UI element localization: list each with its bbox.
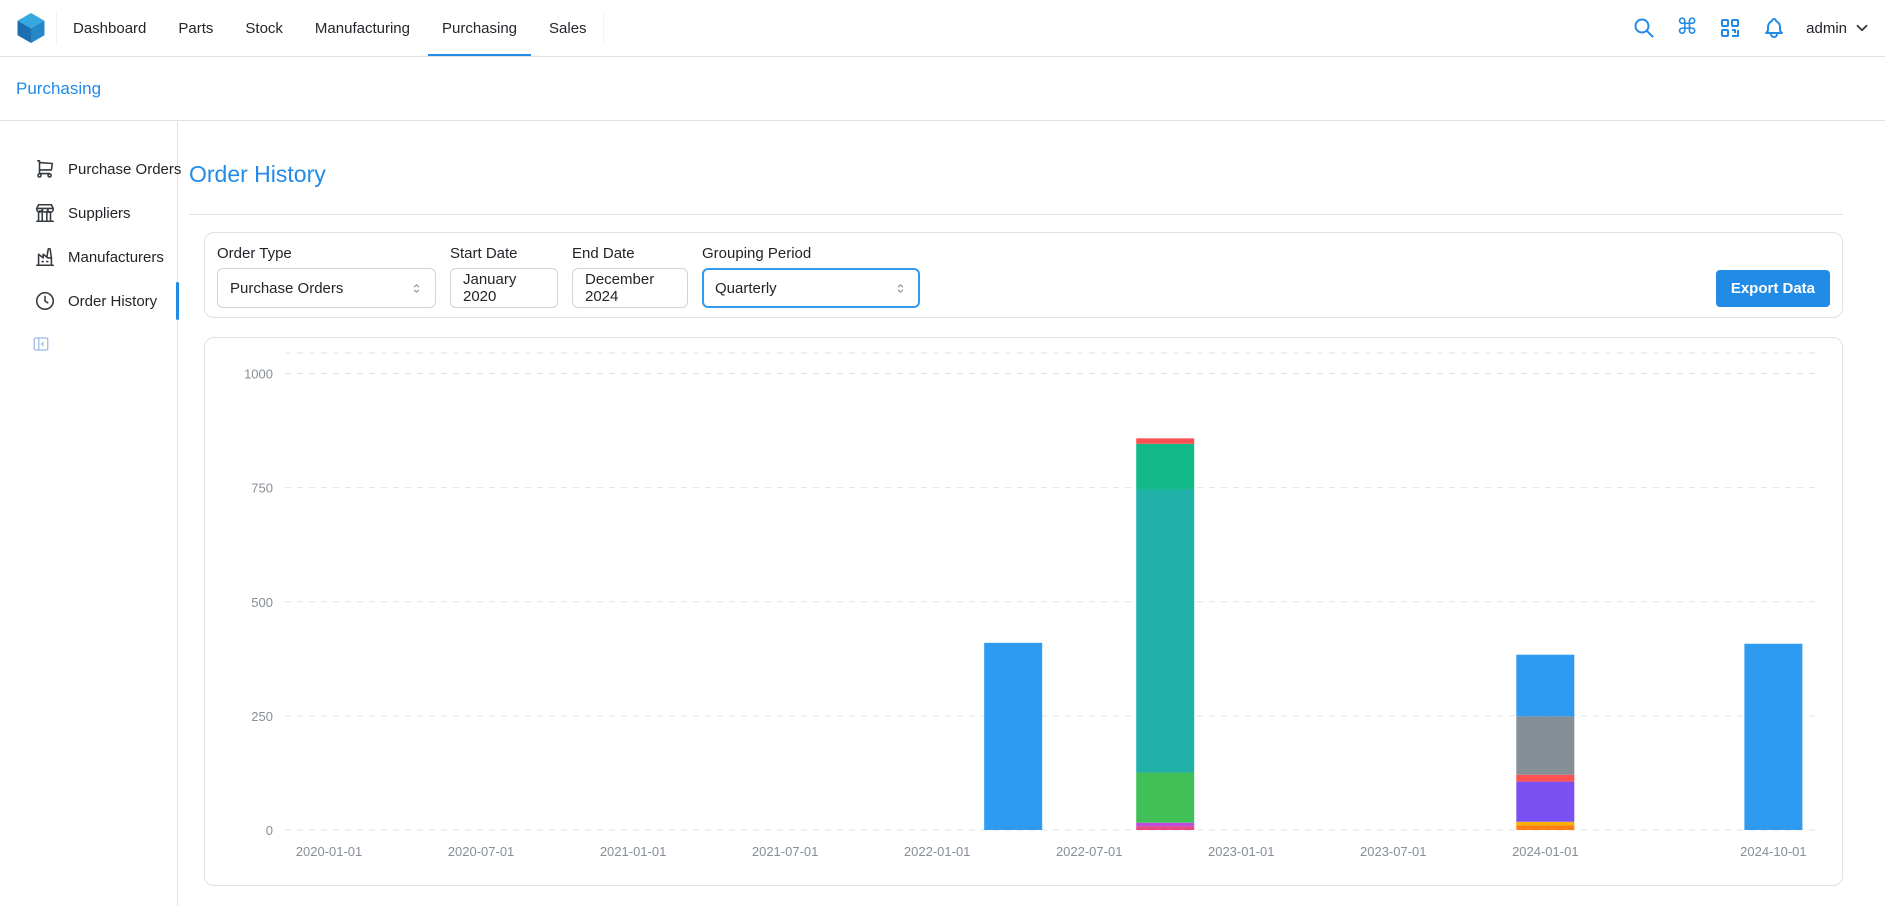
y-tick-label: 500: [251, 595, 273, 610]
x-tick-label: 2021-01-01: [600, 844, 667, 859]
sidebar-item-purchase-orders[interactable]: Purchase Orders: [0, 147, 177, 191]
bar-segment: [1136, 823, 1194, 827]
page-title: Order History: [189, 161, 1843, 188]
nav-tab-sales[interactable]: Sales: [533, 0, 603, 56]
y-tick-label: 1000: [244, 367, 273, 382]
bar-segment: [1516, 655, 1574, 717]
sidebar-collapse-icon[interactable]: [32, 335, 50, 353]
app-logo[interactable]: [14, 11, 48, 45]
sidebar-label: Manufacturers: [68, 249, 164, 266]
selector-icon: [410, 282, 423, 295]
x-tick-label: 2020-07-01: [448, 844, 515, 859]
bar-segment: [1516, 825, 1574, 830]
nav-tab-parts[interactable]: Parts: [162, 0, 229, 56]
search-icon[interactable]: [1632, 16, 1656, 40]
sidebar-label: Suppliers: [68, 205, 131, 222]
x-tick-label: 2020-01-01: [296, 844, 363, 859]
history-icon: [34, 290, 56, 312]
main-nav-tabs: Dashboard Parts Stock Manufacturing Purc…: [56, 0, 604, 56]
order-history-chart-card: 0 250 500 750 1000 2020-01-01 2020-07-01 2021-0…: [204, 337, 1843, 886]
bar-segment: [1516, 716, 1574, 774]
start-date-input[interactable]: January 2020: [450, 268, 558, 308]
bar-segment: [1136, 772, 1194, 822]
username-label: admin: [1806, 20, 1847, 37]
grouping-period-label: Grouping Period: [702, 245, 920, 263]
grouping-period-select[interactable]: Quarterly: [702, 268, 920, 308]
y-tick-label: 750: [251, 481, 273, 496]
sidebar-label: Purchase Orders: [68, 161, 181, 178]
title-divider: [189, 214, 1843, 215]
qr-scan-icon[interactable]: [1718, 16, 1742, 40]
shopping-cart-icon: [34, 158, 56, 180]
y-tick-label: 250: [251, 709, 273, 724]
factory-icon: [34, 246, 56, 268]
main-panel: Order History Order Type Purchase Orders…: [178, 121, 1885, 906]
bar-segment: [1516, 822, 1574, 826]
grouping-period-field: Grouping Period Quarterly: [702, 245, 920, 308]
breadcrumb-purchasing[interactable]: Purchasing: [16, 79, 101, 99]
end-date-input[interactable]: December 2024: [572, 268, 688, 308]
navbar-actions: ⌘ admin: [1632, 16, 1871, 40]
sidebar-item-suppliers[interactable]: Suppliers: [0, 191, 177, 235]
order-type-label: Order Type: [217, 245, 436, 263]
bar-segment: [1136, 826, 1194, 830]
command-palette-icon[interactable]: ⌘: [1676, 17, 1698, 39]
order-type-value: Purchase Orders: [230, 280, 343, 297]
start-date-label: Start Date: [450, 245, 558, 263]
nav-tab-dashboard[interactable]: Dashboard: [57, 0, 162, 56]
filter-panel: Order Type Purchase Orders Start Date Ja…: [204, 232, 1843, 318]
bell-icon[interactable]: [1762, 16, 1786, 40]
sidebar-label: Order History: [68, 293, 157, 310]
bar-segment: [1516, 775, 1574, 782]
bar-segment: [1136, 489, 1194, 772]
tab-separator: [603, 12, 604, 44]
start-date-value: January 2020: [463, 271, 545, 305]
nav-tab-stock[interactable]: Stock: [229, 0, 299, 56]
sidebar-item-order-history[interactable]: Order History: [0, 279, 177, 323]
order-type-select[interactable]: Purchase Orders: [217, 268, 436, 308]
sidebar: Purchase Orders Suppliers: [0, 121, 178, 906]
bar-segment: [1136, 438, 1194, 443]
x-tick-label: 2023-07-01: [1360, 844, 1427, 859]
x-tick-label: 2024-01-01: [1512, 844, 1579, 859]
end-date-field: End Date December 2024: [572, 245, 688, 308]
x-tick-label: 2022-07-01: [1056, 844, 1123, 859]
selector-icon: [894, 282, 907, 295]
content-area: Purchase Orders Suppliers: [0, 121, 1885, 906]
x-tick-label: 2023-01-01: [1208, 844, 1275, 859]
bar-segment: [984, 643, 1042, 830]
x-tick-label: 2021-07-01: [752, 844, 819, 859]
breadcrumb-bar: Purchasing: [0, 57, 1885, 121]
x-tick-label: 2022-01-01: [904, 844, 971, 859]
nav-tab-manufacturing[interactable]: Manufacturing: [299, 0, 426, 56]
export-data-button[interactable]: Export Data: [1716, 270, 1830, 307]
bar-segment: [1136, 444, 1194, 490]
order-type-field: Order Type Purchase Orders: [217, 245, 436, 308]
bar-segment: [1516, 782, 1574, 822]
x-tick-label: 2024-10-01: [1740, 844, 1807, 859]
top-navbar: Dashboard Parts Stock Manufacturing Purc…: [0, 0, 1885, 57]
nav-tab-purchasing[interactable]: Purchasing: [426, 0, 533, 56]
grouping-period-value: Quarterly: [715, 280, 777, 297]
user-menu[interactable]: admin: [1806, 19, 1871, 37]
app-logo-icon: [14, 11, 48, 45]
y-tick-label: 0: [266, 823, 273, 838]
order-history-chart: 0 250 500 750 1000 2020-01-01 2020-07-01 2021-0…: [205, 338, 1842, 885]
chevron-down-icon: [1853, 19, 1871, 37]
building-store-icon: [34, 202, 56, 224]
end-date-value: December 2024: [585, 271, 675, 305]
end-date-label: End Date: [572, 245, 688, 263]
bar-segment: [1744, 644, 1802, 830]
start-date-field: Start Date January 2020: [450, 245, 558, 308]
sidebar-item-manufacturers[interactable]: Manufacturers: [0, 235, 177, 279]
